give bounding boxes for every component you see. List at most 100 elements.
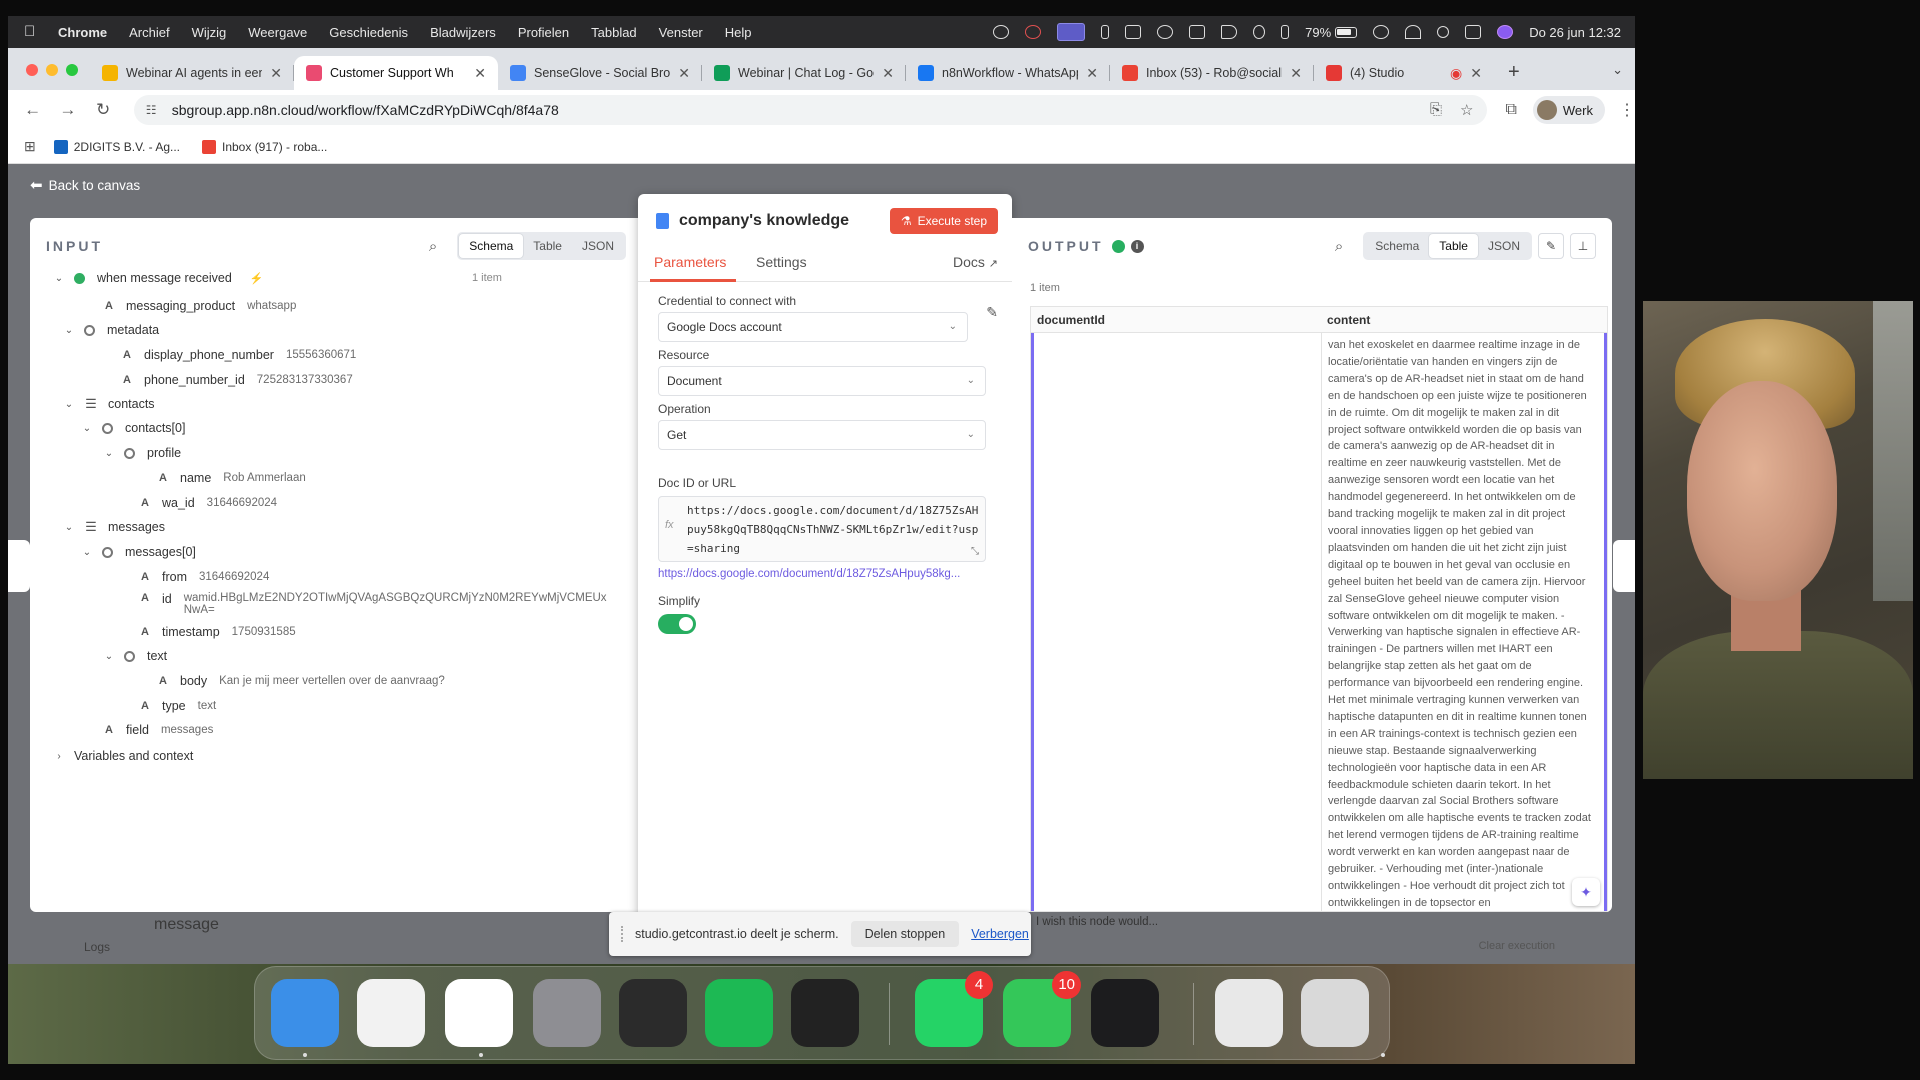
variables-context-row[interactable]: › Variables and context	[52, 746, 193, 766]
clock[interactable]: Do 26 jun 12:32	[1529, 25, 1621, 40]
wifi-icon[interactable]	[1405, 25, 1422, 39]
volume-icon[interactable]	[1221, 25, 1238, 39]
stop-sharing-button[interactable]: Delen stoppen	[850, 921, 960, 947]
edit-output-icon[interactable]: ✎	[1538, 233, 1564, 259]
documentid-cell[interactable]	[1031, 333, 1321, 911]
schema-value[interactable]: 725283137330367	[257, 374, 353, 386]
schema-key[interactable]: body	[180, 674, 207, 688]
record-icon[interactable]	[1025, 25, 1042, 39]
credential-select[interactable]: Google Docs account ⌄	[658, 312, 968, 342]
close-tab-icon[interactable]: ✕	[678, 65, 690, 82]
search-icon[interactable]: ⌕	[429, 238, 437, 255]
schema-value[interactable]: whatsapp	[247, 300, 296, 312]
slack-icon[interactable]	[357, 979, 425, 1047]
schema-key[interactable]: profile	[147, 446, 181, 460]
schema-key[interactable]: timestamp	[162, 625, 220, 639]
browser-tab[interactable]: (4) Studio ◉ ✕	[1314, 56, 1494, 90]
browser-tab[interactable]: n8nWorkflow - WhatsApp ✕	[906, 56, 1110, 90]
browser-tab[interactable]: SenseGlove - Social Broth ✕	[498, 56, 702, 90]
expand-icon[interactable]: ⤡	[971, 546, 979, 557]
right-node-handle[interactable]	[1613, 540, 1635, 592]
column-header-content[interactable]: content	[1321, 307, 1607, 333]
translate-icon[interactable]: ⎘	[1430, 101, 1442, 119]
view-schema-button[interactable]: Schema	[1365, 234, 1429, 258]
schema-key[interactable]: messages	[108, 520, 165, 534]
layers-icon[interactable]	[791, 979, 859, 1047]
docid-expression-input[interactable]: fx https://docs.google.com/document/d/18…	[658, 496, 986, 562]
ai-assistant-icon[interactable]: ✦	[1572, 878, 1600, 906]
menu-item[interactable]: Venster	[659, 25, 703, 40]
schema-key[interactable]: id	[162, 592, 172, 606]
airdrop-icon[interactable]	[1157, 25, 1174, 39]
view-schema-button[interactable]: Schema	[459, 234, 524, 258]
bookmark-item[interactable]: 2DIGITS B.V. - Ag...	[53, 139, 180, 154]
screen-mirror-icon[interactable]	[1189, 25, 1206, 39]
finder-icon[interactable]	[271, 979, 339, 1047]
menu-item[interactable]: Geschiedenis	[329, 25, 408, 40]
menu-app-name[interactable]: Chrome	[58, 25, 107, 40]
edit-credential-icon[interactable]: ✎	[986, 304, 998, 321]
menu-item[interactable]: Archief	[129, 25, 169, 40]
schema-value[interactable]: text	[198, 700, 217, 712]
close-tab-icon[interactable]: ✕	[1290, 65, 1302, 82]
menu-item[interactable]: Bladwijzers	[430, 25, 496, 40]
schema-key[interactable]: type	[162, 699, 186, 713]
schema-key[interactable]: name	[180, 471, 211, 485]
calculator-icon[interactable]	[619, 979, 687, 1047]
chevron-down-icon[interactable]: ⌄	[52, 273, 66, 284]
resource-select[interactable]: Document ⌄	[658, 366, 986, 396]
profile-button[interactable]: Werk	[1532, 96, 1605, 124]
schema-key[interactable]: contacts[0]	[125, 421, 185, 435]
schema-key[interactable]: display_phone_number	[144, 348, 274, 362]
browser-tab-active[interactable]: Customer Support Wh ✕	[294, 56, 498, 90]
minimize-window-icon[interactable]	[46, 64, 58, 76]
schema-value[interactable]: 31646692024	[199, 571, 269, 583]
screen-share-icon[interactable]	[1057, 23, 1086, 41]
chevron-down-icon[interactable]: ⌄	[80, 423, 94, 434]
activity-monitor-icon[interactable]	[1091, 979, 1159, 1047]
more-menu-icon[interactable]: ⋮	[1619, 100, 1635, 120]
chevron-down-icon[interactable]: ⌄	[62, 325, 76, 336]
tab-docs[interactable]: Docs ↗	[953, 254, 998, 270]
logs-label[interactable]: Logs	[84, 940, 110, 954]
chrome-icon[interactable]	[445, 979, 513, 1047]
apps-grid-icon[interactable]: ⊞	[24, 138, 36, 155]
schema-value[interactable]: Kan je mij meer vertellen over de aanvra…	[219, 675, 445, 687]
menu-item[interactable]: Tabblad	[591, 25, 637, 40]
maximize-window-icon[interactable]	[66, 64, 78, 76]
browser-tab[interactable]: Webinar AI agents in een ✕	[90, 56, 294, 90]
view-table-button[interactable]: Table	[1429, 234, 1478, 258]
schema-key[interactable]: phone_number_id	[144, 373, 245, 387]
chevron-down-icon[interactable]: ⌄	[62, 399, 76, 410]
close-tab-icon[interactable]: ✕	[1086, 65, 1098, 82]
view-table-button[interactable]: Table	[523, 234, 572, 258]
schema-value[interactable]: wamid.HBgLMzE2NDY2OTIwMjQVAgASGBQzQURCMj…	[184, 592, 614, 616]
schema-value[interactable]: 31646692024	[207, 497, 277, 509]
trash-icon[interactable]	[1301, 979, 1369, 1047]
hand-icon[interactable]	[993, 25, 1010, 39]
schema-value[interactable]: 1750931585	[232, 626, 296, 638]
site-settings-icon[interactable]: ☷	[146, 103, 157, 117]
close-tab-icon[interactable]: ✕	[474, 65, 486, 82]
schema-key[interactable]: from	[162, 570, 187, 584]
schema-value[interactable]: Rob Ammerlaan	[223, 472, 305, 484]
chevron-down-icon[interactable]: ⌄	[62, 522, 76, 533]
simplify-toggle[interactable]	[658, 614, 696, 634]
extensions-icon[interactable]: ⧉	[1505, 101, 1516, 119]
apple-icon[interactable]: 	[24, 24, 38, 40]
node-title[interactable]: company's knowledge	[679, 212, 849, 230]
schema-key[interactable]: contacts	[108, 397, 155, 411]
hide-share-bar-link[interactable]: Verbergen	[971, 927, 1029, 941]
clear-execution-button[interactable]: Clear execution	[1479, 940, 1555, 952]
schema-key[interactable]: messaging_product	[126, 299, 235, 313]
close-window-icon[interactable]	[26, 64, 38, 76]
schema-key[interactable]: wa_id	[162, 496, 195, 510]
bookmark-star-icon[interactable]: ☆	[1460, 101, 1473, 119]
whatsapp-icon[interactable]: 4	[915, 971, 993, 1047]
close-tab-icon[interactable]: ✕	[882, 65, 894, 82]
chevron-down-icon[interactable]: ⌄	[80, 547, 94, 558]
schema-key[interactable]: field	[126, 723, 149, 737]
schema-value[interactable]: messages	[161, 724, 213, 736]
column-header-documentid[interactable]: documentId	[1031, 307, 1321, 333]
bookmark-item[interactable]: Inbox (917) - roba...	[202, 139, 327, 154]
